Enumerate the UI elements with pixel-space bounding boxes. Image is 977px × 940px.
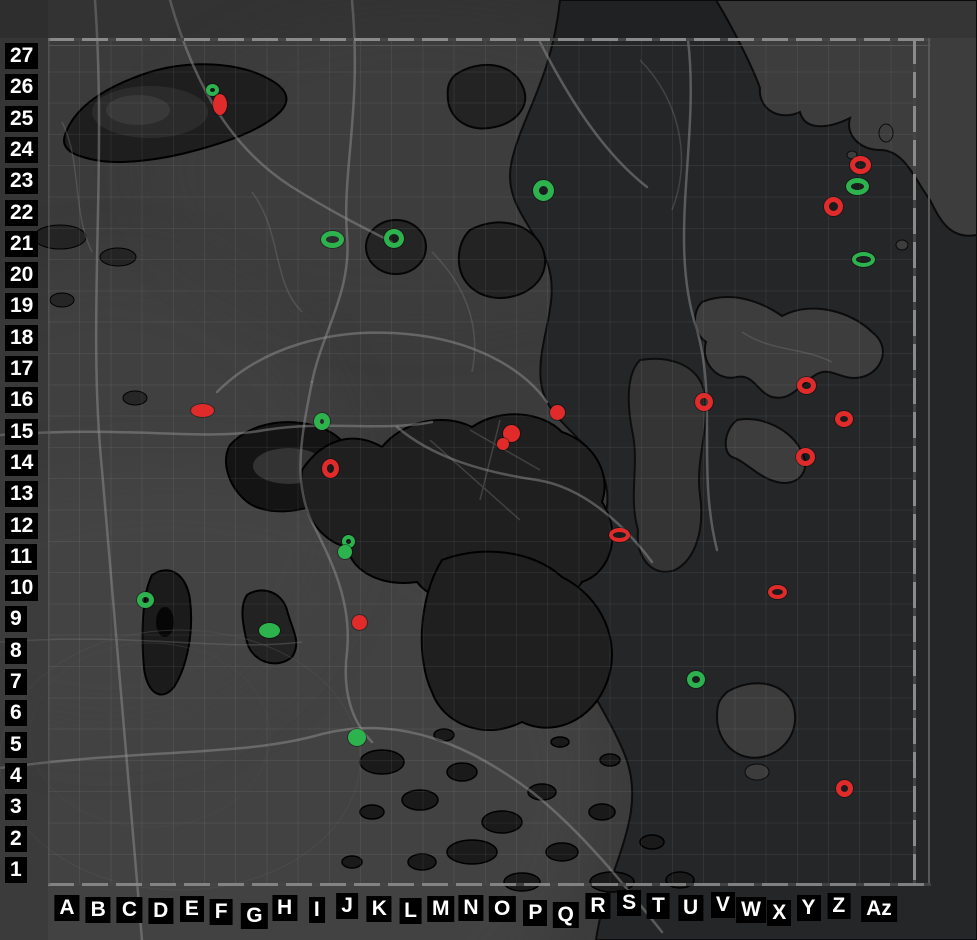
row-label-25: 25: [5, 106, 38, 132]
column-label-D: D: [148, 898, 173, 924]
column-label-V: V: [711, 892, 735, 918]
row-label-13: 13: [5, 481, 38, 507]
marker-green-9: [852, 252, 875, 267]
row-label-7: 7: [5, 669, 27, 695]
marker-red-18: [695, 393, 713, 411]
column-label-B: B: [86, 897, 111, 923]
row-label-5: 5: [5, 732, 27, 758]
column-label-P: P: [523, 900, 547, 926]
column-label-L: L: [399, 898, 422, 924]
row-label-21: 21: [5, 231, 38, 257]
row-label-27: 27: [5, 43, 38, 69]
marker-green-3: [321, 231, 344, 248]
column-label-E: E: [180, 896, 204, 922]
column-label-G: G: [241, 903, 267, 929]
marker-green-24: [137, 592, 154, 608]
row-label-9: 9: [5, 606, 27, 632]
column-label-I: I: [309, 897, 325, 923]
marker-red-10: [191, 404, 214, 417]
column-label-A: A: [54, 895, 79, 921]
map-canvas: 2726252423222120191817161514131211109876…: [0, 0, 977, 940]
row-label-17: 17: [5, 356, 38, 382]
marker-green-17: [338, 545, 352, 559]
marker-green-4: [384, 229, 404, 248]
column-label-N: N: [458, 895, 483, 921]
column-label-O: O: [489, 896, 515, 922]
column-label-Q: Q: [553, 902, 579, 928]
marker-red-22: [609, 528, 630, 542]
row-label-15: 15: [5, 419, 38, 445]
column-label-K: K: [367, 896, 392, 922]
row-label-1: 1: [5, 857, 27, 883]
row-label-3: 3: [5, 794, 27, 820]
marker-green-7: [846, 178, 869, 195]
column-label-Az: Az: [861, 896, 897, 922]
column-label-J: J: [336, 893, 358, 919]
column-label-X: X: [767, 900, 791, 926]
row-label-2: 2: [5, 826, 27, 852]
column-label-C: C: [117, 897, 142, 923]
marker-green-29: [348, 729, 366, 746]
row-label-19: 19: [5, 293, 38, 319]
row-label-11: 11: [5, 544, 37, 570]
row-label-20: 20: [5, 262, 38, 288]
marker-red-13: [550, 405, 565, 420]
marker-red-21: [796, 448, 815, 466]
marker-red-26: [352, 615, 367, 630]
marker-green-25: [259, 623, 280, 638]
column-label-W: W: [736, 897, 766, 923]
marker-red-28: [836, 780, 853, 797]
marker-red-23: [768, 585, 787, 599]
column-label-T: T: [647, 893, 670, 919]
row-label-8: 8: [5, 638, 27, 664]
column-label-F: F: [210, 899, 233, 925]
marker-red-19: [797, 377, 816, 394]
row-label-6: 6: [5, 700, 27, 726]
column-label-M: M: [427, 896, 455, 922]
row-label-24: 24: [5, 137, 38, 163]
row-label-23: 23: [5, 168, 38, 194]
row-label-12: 12: [5, 513, 38, 539]
row-label-4: 4: [5, 763, 27, 789]
column-label-Z: Z: [827, 893, 850, 919]
row-label-18: 18: [5, 325, 38, 351]
row-label-10: 10: [5, 575, 38, 601]
marker-red-15: [497, 438, 509, 450]
column-label-S: S: [617, 890, 641, 916]
column-label-U: U: [678, 895, 703, 921]
row-label-26: 26: [5, 74, 38, 100]
marker-green-27: [687, 671, 705, 688]
marker-red-2: [213, 94, 227, 115]
column-label-H: H: [272, 895, 297, 921]
row-label-16: 16: [5, 387, 38, 413]
row-label-14: 14: [5, 450, 38, 476]
marker-green-5: [533, 180, 554, 201]
marker-red-20: [835, 411, 853, 427]
row-label-22: 22: [5, 200, 38, 226]
marker-red-8: [824, 197, 843, 216]
map-art: [0, 0, 977, 940]
column-label-Y: Y: [797, 895, 821, 921]
marker-red-12: [322, 459, 339, 478]
column-label-R: R: [585, 893, 610, 919]
marker-green-11: [314, 413, 330, 430]
marker-red-6: [850, 156, 871, 174]
